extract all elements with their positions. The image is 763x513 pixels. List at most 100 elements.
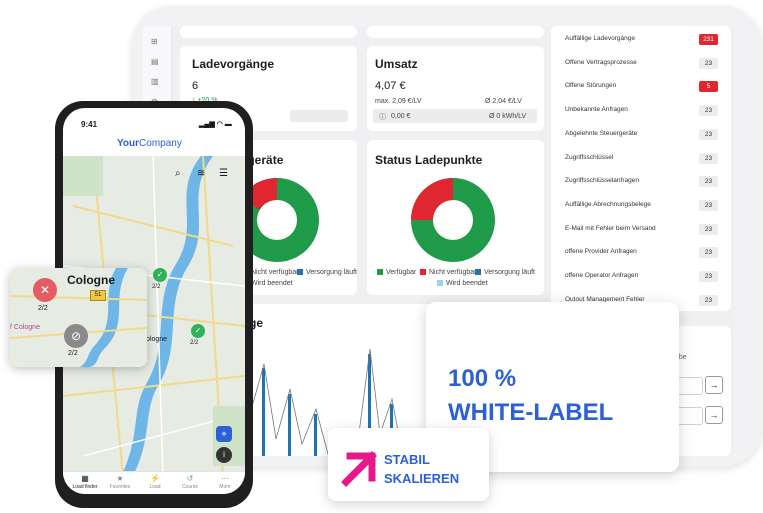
- status-time: 9:41: [81, 120, 98, 129]
- filter-icon[interactable]: ≋: [197, 168, 205, 179]
- map-popup[interactable]: Cologne 51 f Cologne ✕ 2/2 ⊘ 2/2: [10, 268, 147, 367]
- alert-row[interactable]: Zugriffsschlüssel 23: [551, 149, 731, 171]
- map-park: [63, 156, 103, 196]
- white-label-percent: 100 %: [448, 365, 517, 392]
- umsatz-max: max. 2,09 €/LV: [375, 98, 422, 105]
- status-ladepunkte-card: Status Ladepunkte Verfügbar Nicht verfüg…: [367, 140, 544, 295]
- umsatz-value: 4,07 €: [375, 80, 406, 92]
- nav-label: Favorites: [109, 484, 131, 490]
- alert-label: Auffällige Ladevorgänge: [565, 35, 635, 42]
- nav-icon[interactable]: ▤: [151, 58, 161, 66]
- alert-count-badge: 23: [699, 152, 718, 164]
- popup-city: Cologne: [67, 273, 115, 287]
- nav-label: Load finder: [72, 484, 98, 490]
- alert-label: Unbekannte Anfragen: [565, 106, 628, 114]
- nav-label: Course: [181, 484, 199, 490]
- alert-count-badge: 23: [699, 247, 718, 259]
- alert-label: Abgelehnte Steuergeräte: [565, 129, 638, 137]
- brand-logo: YourCompany: [117, 138, 182, 149]
- bottom-nav: ▦ Load finder ★ Favorites ⚡ Load ↺ Course ⋯ More: [63, 471, 245, 494]
- nav-item-favorites[interactable]: ★ Favorites: [102, 474, 138, 490]
- map-marker-available[interactable]: ✓: [191, 324, 205, 338]
- alert-label: Offene Vertragsprozesse: [565, 58, 637, 66]
- form-input[interactable]: [675, 407, 703, 425]
- ladepunkte-legend-beendet: Wird beendet: [437, 280, 488, 287]
- alert-row[interactable]: E-Mail mit Fehler beim Versand 23: [551, 220, 731, 242]
- nav-item-more[interactable]: ⋯ More: [207, 474, 243, 490]
- map-marker-available[interactable]: ✓: [153, 268, 167, 282]
- alert-row[interactable]: offene Provider Anfragen 23: [551, 243, 731, 265]
- alert-label: Offene Störungen: [565, 82, 617, 90]
- alert-count-badge: 23: [699, 105, 718, 117]
- skalieren-text: SKALIEREN: [384, 471, 460, 486]
- nav-item-load-finder[interactable]: ▦ Load finder: [67, 474, 103, 490]
- nav-icon[interactable]: ⊞: [151, 38, 161, 46]
- popup-count: 2/2: [68, 350, 78, 357]
- donut-segment-red: [411, 178, 454, 221]
- blocked-marker-icon[interactable]: ⊘: [64, 324, 88, 348]
- alert-count-badge: 23: [699, 128, 718, 140]
- alert-count-badge: 23: [699, 271, 718, 282]
- chart-bar: [288, 394, 291, 456]
- marker-count: 2/2: [152, 284, 161, 290]
- card-top-right: [367, 26, 544, 38]
- popup-left-city: f Cologne: [10, 324, 40, 331]
- arrow-up-right-icon: [341, 451, 377, 487]
- umsatz-kwh: Ø 0 kWh/LV: [489, 113, 527, 120]
- marker-count: 2/2: [190, 340, 199, 346]
- alert-label: E-Mail mit Fehler beim Versand: [565, 224, 656, 232]
- white-label-text: WHITE-LABEL: [448, 399, 614, 426]
- alert-row[interactable]: Auffällige Ladevorgänge 231: [551, 30, 731, 52]
- nav-icon[interactable]: ▥: [151, 78, 161, 86]
- map-icon: ▦: [81, 474, 89, 483]
- alert-label: Zugriffsschlüsselanfragen: [565, 177, 639, 185]
- info-row: [290, 110, 348, 122]
- alert-count-badge: 23: [699, 223, 718, 235]
- search-icon[interactable]: ⌕: [175, 168, 181, 179]
- alert-label: offene Provider Anfragen: [565, 248, 637, 256]
- ladepunkte-legend-verfuegbar: Verfügbar: [377, 269, 416, 276]
- info-button[interactable]: i: [216, 447, 232, 463]
- donut-segment-red: [240, 178, 278, 211]
- status-icons: ▂▄▆ ◠ ▬: [199, 121, 232, 128]
- alert-label: offene Operator Anfragen: [565, 272, 639, 279]
- form-input[interactable]: [675, 377, 703, 395]
- locate-button[interactable]: ⌖: [216, 426, 232, 442]
- info-icon[interactable]: ⓘ: [379, 112, 386, 122]
- geraete-legend-versorgung: Versorgung läuft: [297, 269, 357, 276]
- submit-arrow-button[interactable]: →: [705, 406, 723, 424]
- alert-count-badge: 231: [699, 34, 718, 45]
- lightning-icon: ⚡: [150, 474, 160, 483]
- status-ladepunkte-title: Status Ladepunkte: [375, 153, 483, 167]
- alert-row[interactable]: Zugriffsschlüsselanfragen 23: [551, 172, 731, 194]
- alert-row[interactable]: Abgelehnte Steuergeräte 23: [551, 125, 731, 147]
- stabil-skalieren-callout: STABIL SKALIEREN: [328, 428, 489, 501]
- alert-count-badge: 23: [699, 294, 718, 306]
- ladepunkte-legend-nicht: Nicht verfügbar: [420, 269, 476, 276]
- alert-label: Auffällige Abrechnungsbelege: [565, 200, 651, 208]
- alert-count-badge: 23: [699, 176, 718, 188]
- list-icon[interactable]: ☰: [219, 168, 228, 179]
- nav-item-load[interactable]: ⚡ Load: [137, 474, 173, 490]
- stabil-text: STABIL: [384, 452, 430, 467]
- chart-bar: [262, 368, 265, 456]
- alert-row[interactable]: Auffällige Abrechnungsbelege 23: [551, 196, 731, 218]
- submit-arrow-button[interactable]: →: [705, 376, 723, 394]
- ladevorgaenge-value: 6: [192, 80, 199, 92]
- umsatz-info-value: 0,00 €: [391, 113, 411, 120]
- umsatz-avg: Ø 2,04 €/LV: [485, 98, 522, 105]
- ladepunkte-legend-versorgung: Versorgung läuft: [475, 269, 535, 276]
- alert-row[interactable]: offene Operator Anfragen 23: [551, 267, 731, 289]
- alert-row[interactable]: Unbekannte Anfragen 23: [551, 101, 731, 123]
- alert-count-badge: 23: [699, 57, 718, 69]
- alert-count-badge: 23: [699, 199, 718, 211]
- status-ladepunkte-donut: [411, 178, 495, 262]
- alert-row[interactable]: Offene Störungen 5: [551, 77, 731, 99]
- unavailable-marker-icon[interactable]: ✕: [33, 278, 57, 302]
- alert-row[interactable]: Offene Vertragsprozesse 23: [551, 54, 731, 76]
- nav-item-course[interactable]: ↺ Course: [172, 474, 208, 490]
- nav-label: Load: [149, 484, 161, 490]
- history-icon: ↺: [186, 474, 194, 483]
- road-sign: 51: [90, 290, 106, 301]
- umsatz-card: Umsatz 4,07 € max. 2,09 €/LV Ø 2,04 €/LV…: [367, 46, 544, 131]
